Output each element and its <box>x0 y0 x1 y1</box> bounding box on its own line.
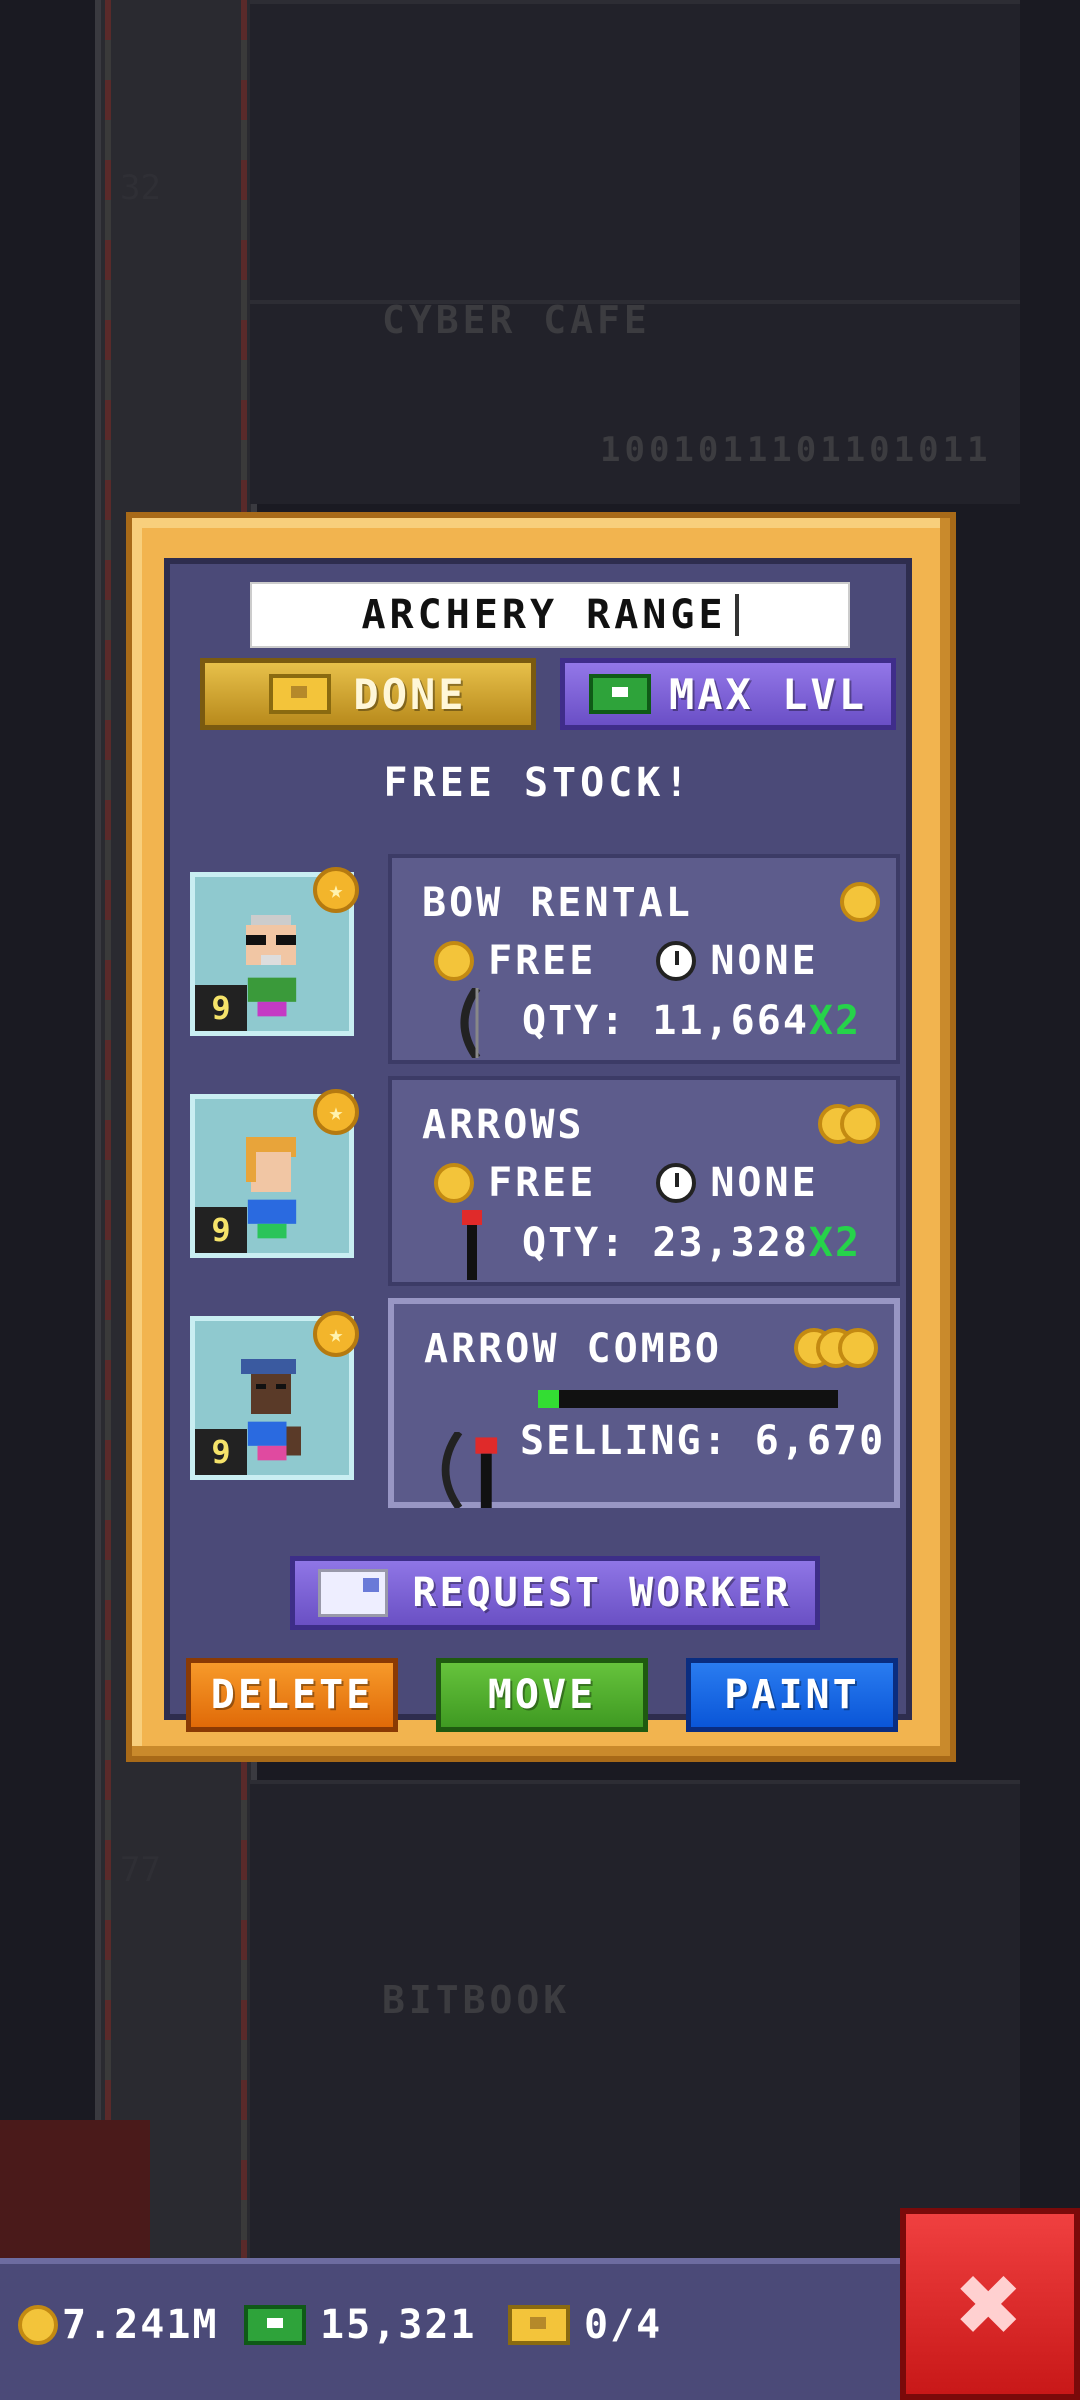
star-icon: ★ <box>313 1089 359 1135</box>
max-level-button[interactable]: MAX LVL <box>560 658 896 730</box>
product-tier-coins <box>840 882 880 922</box>
product-row-arrow-combo: ★ 9 ARROW COMBO SELLING: 6,670 <box>190 1298 900 1508</box>
product-price: FREE <box>488 1160 597 1206</box>
qty-multiplier: X2 <box>808 1220 862 1266</box>
golden-ticket-icon <box>269 674 332 714</box>
worker-body-icon <box>247 1421 301 1461</box>
worker-avatar[interactable]: ★ 9 <box>190 867 359 1036</box>
delete-label: DELETE <box>210 1672 374 1718</box>
done-label: DONE <box>353 669 467 719</box>
bux-bill-icon <box>244 2305 306 2345</box>
worker-face-icon <box>246 915 296 965</box>
floor-dialog: ARCHERY RANGE DONE MAX LVL FREE STOCK! ★… <box>126 512 956 1762</box>
mail-icon <box>318 1569 389 1617</box>
coin-icon <box>838 1328 878 1368</box>
tickets-stat[interactable]: 0/4 <box>508 2302 662 2348</box>
worker-avatar[interactable]: ★ 9 <box>190 1311 359 1480</box>
close-x-icon: ✖ <box>956 2240 1024 2368</box>
request-worker-button[interactable]: REQUEST WORKER <box>290 1556 820 1630</box>
worker-face-icon <box>241 1359 296 1414</box>
bux-stat[interactable]: 15,321 <box>244 2302 477 2348</box>
coins-stat[interactable]: 7.241M <box>18 2302 219 2348</box>
tickets-value: 0/4 <box>584 2302 663 2348</box>
golden-ticket-icon <box>508 2305 570 2345</box>
product-name: ARROWS <box>422 1102 585 1148</box>
move-button[interactable]: MOVE <box>436 1658 648 1732</box>
qty-label: QTY: <box>522 1220 627 1266</box>
star-icon: ★ <box>313 1311 359 1357</box>
coin-icon <box>840 882 880 922</box>
text-caret <box>734 594 739 636</box>
elevator-car[interactable] <box>0 2120 150 2260</box>
product-cost-line: FREE NONE <box>434 938 819 984</box>
bux-bill-icon <box>588 674 651 714</box>
product-name: ARROW COMBO <box>424 1326 722 1372</box>
product-card[interactable]: ARROWS FREE NONE QTY: 23,328X2 <box>388 1076 900 1286</box>
arrows-icon <box>462 1210 482 1280</box>
qty-value: 23,328 <box>652 1220 809 1266</box>
product-quantity: QTY: 11,664X2 <box>522 998 861 1044</box>
bow-and-arrows-icon <box>441 1432 498 1508</box>
dialog-body: ARCHERY RANGE DONE MAX LVL FREE STOCK! ★… <box>164 558 912 1732</box>
floor-name-input[interactable]: ARCHERY RANGE <box>250 582 850 648</box>
product-card[interactable]: BOW RENTAL FREE NONE QTY: 11,664X2 <box>388 854 900 1064</box>
paint-button[interactable]: PAINT <box>686 1658 898 1732</box>
request-worker-label: REQUEST WORKER <box>412 1570 792 1616</box>
product-time: NONE <box>710 938 819 984</box>
worker-level: 9 <box>195 985 247 1031</box>
product-price: FREE <box>488 938 597 984</box>
product-tier-coins <box>818 1104 880 1144</box>
floor-block <box>250 1780 1020 2264</box>
bux-value: 15,321 <box>320 2302 477 2348</box>
product-tier-coins <box>794 1328 878 1368</box>
product-time: NONE <box>710 1160 819 1206</box>
selling-label: SELLING: <box>520 1418 729 1464</box>
paint-label: PAINT <box>724 1672 860 1718</box>
coins-value: 7.241M <box>62 2302 219 2348</box>
coin-icon <box>840 1104 880 1144</box>
qty-label: QTY: <box>522 998 627 1044</box>
product-quantity: QTY: 23,328X2 <box>522 1220 861 1266</box>
floor-name-value: ARCHERY RANGE <box>361 592 727 638</box>
floor-binary-text: 1001011101101011 <box>600 430 992 470</box>
product-cost-line: FREE NONE <box>434 1160 819 1206</box>
floor-block <box>250 0 1020 304</box>
clock-icon <box>656 941 697 981</box>
product-row-bow-rental: ★ 9 BOW RENTAL FREE NONE QTY: 11,664X2 <box>190 854 900 1064</box>
product-row-arrows: ★ 9 ARROWS FREE NONE QTY: 23,328X2 <box>190 1076 900 1286</box>
max-level-label: MAX LVL <box>668 669 867 719</box>
floor-name-bitbook: BITBOOK <box>382 1978 571 2022</box>
move-label: MOVE <box>487 1672 597 1718</box>
selling-progress-bar <box>538 1390 838 1408</box>
star-icon: ★ <box>313 867 359 913</box>
product-name: BOW RENTAL <box>422 880 693 926</box>
floor-name-cyber-cafe: CYBER CAFE <box>382 298 651 342</box>
product-card-selected[interactable]: ARROW COMBO SELLING: 6,670 <box>388 1298 900 1508</box>
coin-icon <box>434 1163 474 1203</box>
worker-level: 9 <box>195 1207 247 1253</box>
worker-avatar[interactable]: ★ 9 <box>190 1089 359 1258</box>
qty-value: 11,664 <box>652 998 809 1044</box>
floor-number: 32 <box>120 168 161 208</box>
close-button[interactable]: ✖ <box>900 2208 1080 2400</box>
worker-body-icon <box>247 1199 297 1239</box>
coin-icon <box>18 2305 58 2345</box>
floor-number: 77 <box>120 1850 161 1890</box>
worker-face-icon <box>246 1137 296 1192</box>
worker-level: 9 <box>195 1429 247 1475</box>
free-stock-label: FREE STOCK! <box>383 760 693 806</box>
clock-icon <box>656 1163 697 1203</box>
done-button[interactable]: DONE <box>200 658 536 730</box>
selling-value: 6,670 <box>754 1418 886 1464</box>
worker-body-icon <box>247 977 297 1017</box>
selling-status: SELLING: 6,670 <box>520 1418 885 1464</box>
selling-progress-fill <box>538 1390 559 1408</box>
delete-button[interactable]: DELETE <box>186 1658 398 1732</box>
qty-multiplier: X2 <box>808 998 862 1044</box>
coin-icon <box>434 941 474 981</box>
bow-icon <box>460 988 481 1058</box>
